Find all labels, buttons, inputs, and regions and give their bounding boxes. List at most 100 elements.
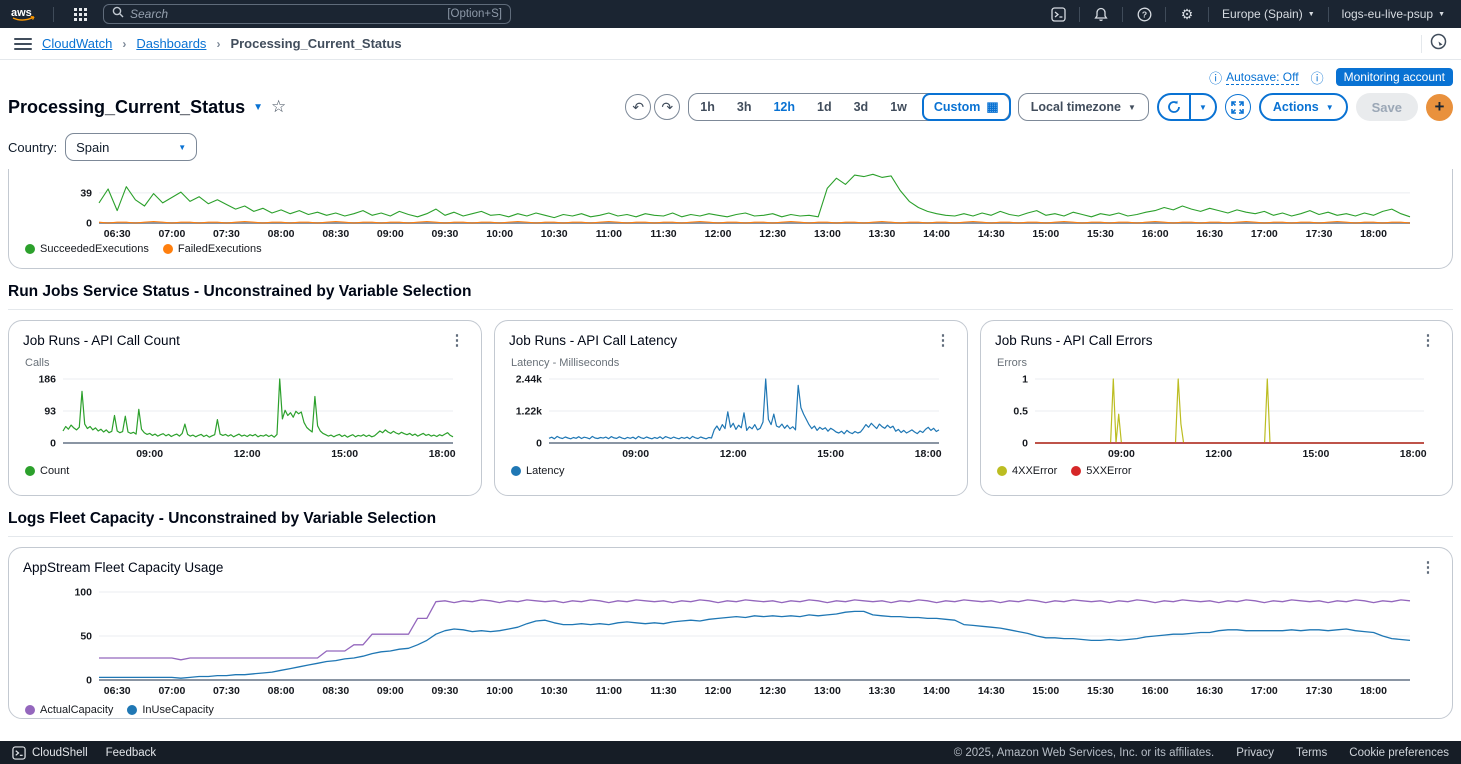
widget-menu-icon[interactable]: ⋮ <box>933 331 953 349</box>
legend-item[interactable]: Count <box>25 465 69 477</box>
refresh-icon[interactable] <box>1159 100 1189 114</box>
chevron-down-icon: ▼ <box>1326 103 1334 112</box>
dashboard-dropdown-icon[interactable]: ▼ <box>253 102 263 113</box>
account-selector[interactable]: logs-eu-live-psup ▼ <box>1336 7 1451 21</box>
refresh-split-button[interactable]: ▼ <box>1157 93 1217 121</box>
legend-item[interactable]: 5XXError <box>1071 465 1131 477</box>
legend-item[interactable]: InUseCapacity <box>127 704 214 716</box>
add-widget-button[interactable]: + <box>1426 94 1453 121</box>
refresh-options-icon[interactable]: ▼ <box>1191 103 1215 112</box>
svg-text:16:30: 16:30 <box>1196 685 1223 697</box>
svg-text:14:30: 14:30 <box>978 228 1005 240</box>
region-selector[interactable]: Europe (Spain) ▼ <box>1216 7 1321 21</box>
country-select[interactable]: Spain ▼ <box>65 133 197 161</box>
topbar-divider <box>1328 7 1329 22</box>
legend-item[interactable]: ActualCapacity <box>25 704 113 716</box>
autosave-label: Autosave: Off <box>1226 70 1299 85</box>
widget-menu-icon[interactable]: ⋮ <box>1418 558 1438 576</box>
api-call-count-chart[interactable]: 18693009:0012:0015:0018:00 <box>23 371 467 463</box>
legend-item[interactable]: Latency <box>511 465 565 477</box>
svg-text:11:30: 11:30 <box>650 228 676 240</box>
svg-text:18:00: 18:00 <box>429 448 456 460</box>
time-range-12h[interactable]: 12h <box>762 100 806 114</box>
topbar-divider <box>1208 7 1209 22</box>
svg-text:09:30: 09:30 <box>432 228 459 240</box>
timezone-selector[interactable]: Local timezone ▼ <box>1018 93 1149 121</box>
fullscreen-button[interactable] <box>1225 94 1251 120</box>
cloudshell-icon[interactable] <box>1044 3 1072 25</box>
redo-button[interactable]: ↷ <box>654 94 680 120</box>
custom-range-button[interactable]: Custom ▦ <box>922 93 1011 121</box>
svg-text:93: 93 <box>44 406 56 418</box>
favorite-star-icon[interactable]: ☆ <box>271 97 286 117</box>
widget-menu-icon[interactable]: ⋮ <box>1418 331 1438 349</box>
legend-dot <box>127 705 137 715</box>
legend-item[interactable]: FailedExecutions <box>163 243 262 255</box>
aws-logo[interactable]: aws <box>10 5 38 23</box>
section-title: Logs Fleet Capacity - Unconstrained by V… <box>8 508 1453 536</box>
svg-text:0.5: 0.5 <box>1013 406 1028 418</box>
actions-menu-button[interactable]: Actions ▼ <box>1259 93 1348 121</box>
time-range-1w[interactable]: 1w <box>879 100 918 114</box>
time-range-3d[interactable]: 3d <box>843 100 880 114</box>
time-range-selector: 1h 3h 12h 1d 3d 1w Custom ▦ <box>688 93 1009 121</box>
svg-text:07:30: 07:30 <box>213 228 240 240</box>
breadcrumb-link-cloudwatch[interactable]: CloudWatch <box>42 36 112 51</box>
svg-text:39: 39 <box>80 187 92 199</box>
api-call-errors-chart[interactable]: 10.5009:0012:0015:0018:00 <box>995 371 1438 463</box>
time-range-1d[interactable]: 1d <box>806 100 843 114</box>
widget-menu-icon[interactable]: ⋮ <box>447 331 467 349</box>
autosave-toggle[interactable]: ⓘ Autosave: Off <box>1209 68 1299 87</box>
chevron-down-icon: ▼ <box>1308 11 1315 18</box>
breadcrumb-link-dashboards[interactable]: Dashboards <box>136 36 206 51</box>
undo-button[interactable]: ↶ <box>625 94 651 120</box>
side-menu-icon[interactable] <box>14 38 32 50</box>
svg-text:0: 0 <box>86 218 92 230</box>
services-grid-icon[interactable] <box>67 4 93 24</box>
svg-text:11:00: 11:00 <box>596 228 622 240</box>
cloudshell-button[interactable]: CloudShell <box>12 746 88 760</box>
info-icon: ⓘ <box>1209 68 1222 87</box>
svg-text:17:00: 17:00 <box>1251 685 1278 697</box>
svg-text:18:00: 18:00 <box>1360 685 1387 697</box>
topbar-divider <box>53 7 54 22</box>
svg-text:06:30: 06:30 <box>104 685 131 697</box>
save-button[interactable]: Save <box>1356 93 1418 121</box>
svg-text:10:30: 10:30 <box>541 685 568 697</box>
time-range-3h[interactable]: 3h <box>726 100 763 114</box>
count-legend: Count <box>23 463 467 477</box>
notifications-bell-icon[interactable] <box>1087 3 1115 25</box>
legend-dot <box>25 705 35 715</box>
cookie-preferences-link[interactable]: Cookie preferences <box>1349 747 1449 759</box>
search-placeholder: Search <box>130 7 441 21</box>
svg-text:11:00: 11:00 <box>596 685 622 697</box>
svg-text:0: 0 <box>536 438 542 450</box>
api-call-latency-chart[interactable]: 2.44k1.22k009:0012:0015:0018:00 <box>509 371 953 463</box>
breadcrumb-current: Processing_Current_Status <box>230 36 401 51</box>
legend-dot <box>511 466 521 476</box>
settings-gear-icon[interactable]: ⚙ <box>1173 3 1201 25</box>
feedback-link[interactable]: Feedback <box>106 747 157 759</box>
time-range-1h[interactable]: 1h <box>689 100 726 114</box>
topbar-divider <box>1122 7 1123 22</box>
legend-label: Latency <box>526 465 565 477</box>
svg-text:12:00: 12:00 <box>705 685 732 697</box>
svg-text:12:00: 12:00 <box>234 448 261 460</box>
svg-text:10:00: 10:00 <box>486 228 513 240</box>
privacy-link[interactable]: Privacy <box>1236 747 1274 759</box>
fleet-capacity-chart[interactable]: 10050006:3007:0007:3008:0008:3009:0009:3… <box>23 584 1438 702</box>
legend-item[interactable]: 4XXError <box>997 465 1057 477</box>
info-icon[interactable]: ⓘ <box>1311 68 1324 87</box>
svg-text:07:00: 07:00 <box>158 685 185 697</box>
y-axis-unit: Calls <box>25 357 467 369</box>
card-title: Job Runs - API Call Count <box>23 333 180 348</box>
help-icon[interactable]: ? <box>1130 3 1158 25</box>
y-axis-unit: Errors <box>997 357 1438 369</box>
search-input[interactable]: Search [Option+S] <box>103 4 511 24</box>
legend-item[interactable]: SucceededExecutions <box>25 243 149 255</box>
executions-chart[interactable]: 39006:3007:0007:3008:0008:3009:0009:3010… <box>23 169 1438 241</box>
svg-text:16:00: 16:00 <box>1142 685 1169 697</box>
svg-text:13:00: 13:00 <box>814 228 841 240</box>
clock-icon[interactable] <box>1430 33 1447 55</box>
terms-link[interactable]: Terms <box>1296 747 1327 759</box>
